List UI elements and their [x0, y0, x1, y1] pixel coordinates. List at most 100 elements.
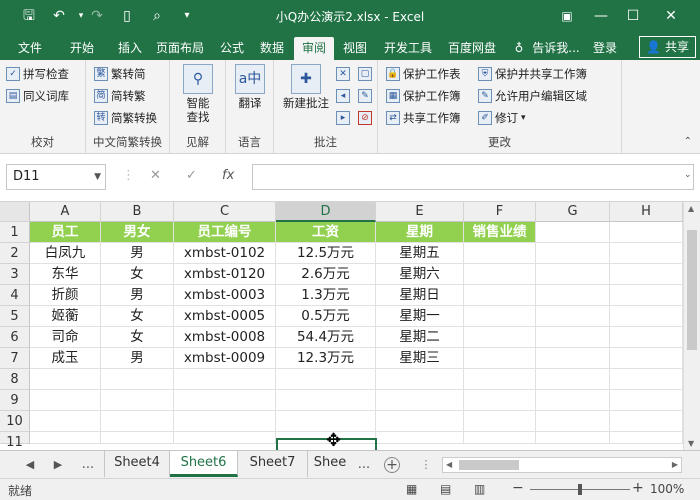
- cell-d3[interactable]: 2.6万元: [276, 264, 376, 285]
- formula-input[interactable]: [252, 164, 694, 190]
- cell-g4[interactable]: [536, 285, 610, 306]
- row-header-6[interactable]: 6: [0, 327, 30, 348]
- normal-view-icon[interactable]: ▦: [406, 482, 417, 496]
- insert-function-icon[interactable]: fx: [222, 168, 234, 183]
- cell-c1[interactable]: 员工编号: [174, 222, 276, 243]
- cell-h8[interactable]: [610, 369, 683, 390]
- cell-g2[interactable]: [536, 243, 610, 264]
- cell-e11[interactable]: [376, 432, 464, 444]
- cell-f2[interactable]: [464, 243, 536, 264]
- cell-d6[interactable]: 54.4万元: [276, 327, 376, 348]
- cell-c10[interactable]: [174, 411, 276, 432]
- expand-formula-icon[interactable]: ⌄: [684, 170, 692, 180]
- cell-g9[interactable]: [536, 390, 610, 411]
- cell-g5[interactable]: [536, 306, 610, 327]
- tab-page-layout[interactable]: 页面布局: [150, 37, 210, 60]
- cell-h7[interactable]: [610, 348, 683, 369]
- sheet-tab-sheet6[interactable]: Sheet6: [170, 451, 238, 477]
- cell-a1[interactable]: 员工: [30, 222, 101, 243]
- tab-formulas[interactable]: 公式: [214, 37, 250, 60]
- cell-a9[interactable]: [30, 390, 101, 411]
- cell-h1[interactable]: [610, 222, 683, 243]
- cell-a3[interactable]: 东华: [30, 264, 101, 285]
- sheet-tab-sheet8[interactable]: Shee: [308, 451, 352, 477]
- cell-d5[interactable]: 0.5万元: [276, 306, 376, 327]
- cell-g8[interactable]: [536, 369, 610, 390]
- delete-comment-button[interactable]: ✕: [336, 65, 353, 83]
- more-sheets-left[interactable]: ...: [76, 455, 100, 475]
- cell-b8[interactable]: [101, 369, 174, 390]
- smart-lookup-button[interactable]: ⚲ 智能 查找: [180, 64, 216, 124]
- protect-workbook-button[interactable]: ▦ 保护工作簿: [386, 87, 461, 105]
- name-box[interactable]: D11 ▼: [6, 164, 106, 190]
- cell-e8[interactable]: [376, 369, 464, 390]
- cell-e4[interactable]: 星期日: [376, 285, 464, 306]
- translate-button[interactable]: a中 翻译: [234, 64, 266, 110]
- new-comment-button[interactable]: ✚ 新建批注: [278, 64, 334, 110]
- cell-h6[interactable]: [610, 327, 683, 348]
- add-sheet-icon[interactable]: +: [384, 457, 400, 473]
- cell-d1[interactable]: 工资: [276, 222, 376, 243]
- cell-a5[interactable]: 姬蘅: [30, 306, 101, 327]
- cell-f6[interactable]: [464, 327, 536, 348]
- cell-b6[interactable]: 女: [101, 327, 174, 348]
- cell-f10[interactable]: [464, 411, 536, 432]
- tab-data[interactable]: 数据: [254, 37, 290, 60]
- protect-and-share-button[interactable]: ⛨ 保护并共享工作簿: [478, 65, 587, 83]
- cell-h3[interactable]: [610, 264, 683, 285]
- cell-e9[interactable]: [376, 390, 464, 411]
- show-ink-button[interactable]: ✎: [358, 87, 375, 105]
- scroll-tabs-left-icon[interactable]: ◀: [20, 455, 40, 475]
- column-header-h[interactable]: H: [610, 202, 683, 222]
- tab-home[interactable]: 开始: [62, 37, 102, 60]
- page-layout-view-icon[interactable]: ▤: [440, 482, 451, 496]
- row-header-7[interactable]: 7: [0, 348, 30, 369]
- thesaurus-button[interactable]: ▤ 同义词库: [6, 87, 69, 105]
- show-comments-button[interactable]: ▢: [358, 65, 375, 83]
- row-header-9[interactable]: 9: [0, 390, 30, 411]
- tab-baidu-netdisk[interactable]: 百度网盘: [444, 37, 500, 60]
- select-all-corner[interactable]: [0, 202, 30, 222]
- cell-c8[interactable]: [174, 369, 276, 390]
- protect-sheet-button[interactable]: 🔒 保护工作表: [386, 65, 461, 83]
- sign-in-link[interactable]: 登录: [588, 37, 622, 60]
- cell-g10[interactable]: [536, 411, 610, 432]
- scroll-left-icon[interactable]: ◀: [446, 458, 452, 472]
- row-header-5[interactable]: 5: [0, 306, 30, 327]
- row-header-10[interactable]: 10: [0, 411, 30, 432]
- cell-f3[interactable]: [464, 264, 536, 285]
- row-header-1[interactable]: 1: [0, 222, 30, 243]
- track-changes-button[interactable]: ✐ 修订 ▾: [478, 109, 526, 127]
- cell-g3[interactable]: [536, 264, 610, 285]
- cell-a6[interactable]: 司命: [30, 327, 101, 348]
- column-header-d[interactable]: D: [276, 202, 376, 222]
- cell-g11[interactable]: [536, 432, 610, 444]
- allow-edit-ranges-button[interactable]: ✎ 允许用户编辑区域: [478, 87, 587, 105]
- cell-b10[interactable]: [101, 411, 174, 432]
- chevron-down-icon[interactable]: ▼: [94, 165, 101, 189]
- cell-a4[interactable]: 折颜: [30, 285, 101, 306]
- cell-c9[interactable]: [174, 390, 276, 411]
- collapse-ribbon-icon[interactable]: ⌃: [684, 136, 692, 147]
- cell-g1[interactable]: [536, 222, 610, 243]
- cell-f7[interactable]: [464, 348, 536, 369]
- cell-e1[interactable]: 星期: [376, 222, 464, 243]
- cell-e6[interactable]: 星期二: [376, 327, 464, 348]
- cell-d8[interactable]: [276, 369, 376, 390]
- previous-comment-button[interactable]: ◂: [336, 87, 353, 105]
- cell-e3[interactable]: 星期六: [376, 264, 464, 285]
- cell-b5[interactable]: 女: [101, 306, 174, 327]
- cell-d2[interactable]: 12.5万元: [276, 243, 376, 264]
- cell-f11[interactable]: [464, 432, 536, 444]
- scroll-tabs-right-icon[interactable]: ▶: [48, 455, 68, 475]
- tab-developer[interactable]: 开发工具: [380, 37, 436, 60]
- cell-b1[interactable]: 男女: [101, 222, 174, 243]
- cell-h11[interactable]: [610, 432, 683, 444]
- cell-c11[interactable]: [174, 432, 276, 444]
- column-header-e[interactable]: E: [376, 202, 464, 222]
- cancel-icon[interactable]: ✕: [150, 168, 161, 183]
- share-workbook-button[interactable]: ⇄ 共享工作簿: [386, 109, 461, 127]
- tab-view[interactable]: 视图: [338, 37, 372, 60]
- traditional-to-simplified-button[interactable]: 繁繁转简: [94, 65, 146, 83]
- tab-split-icon[interactable]: ⋮: [416, 455, 436, 475]
